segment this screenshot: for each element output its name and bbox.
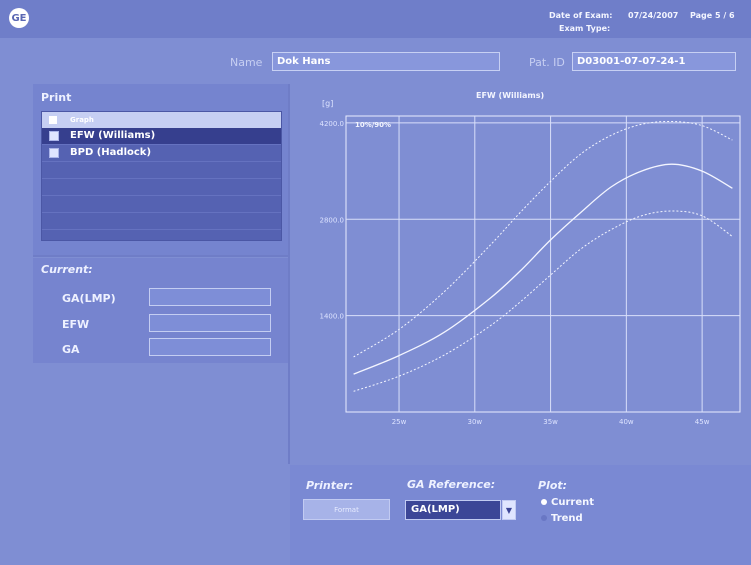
plot-current-radio[interactable]: Current: [541, 497, 594, 508]
y-tick-label: 2800.0: [320, 216, 345, 224]
y-tick-label: 4200.0: [320, 120, 345, 128]
plot-trend-radio[interactable]: Trend: [541, 513, 583, 524]
dropdown-arrow-icon[interactable]: ▼: [502, 500, 516, 520]
plot-area: [345, 115, 741, 413]
ga-reference-label: GA Reference:: [407, 478, 496, 491]
ga-reference-select[interactable]: GA(LMP): [405, 500, 501, 520]
y-axis-label: [g]: [322, 99, 333, 108]
format-button[interactable]: Format: [303, 499, 390, 520]
plot-label: Plot:: [538, 479, 568, 492]
x-tick-label: 25w: [392, 418, 407, 426]
radio-unselected-icon: [541, 515, 547, 521]
y-tick-label: 1400.0: [320, 313, 345, 321]
plot-current-label: Current: [551, 497, 595, 508]
x-tick-label: 35w: [543, 418, 558, 426]
printer-label: Printer:: [306, 479, 354, 492]
x-tick-label: 40w: [619, 418, 634, 426]
plot-trend-label: Trend: [551, 513, 583, 524]
percentile-annotation: 10%/90%: [355, 121, 391, 129]
x-tick-label: 45w: [695, 418, 710, 426]
x-tick-label: 30w: [467, 418, 482, 426]
radio-selected-icon: [541, 499, 547, 505]
